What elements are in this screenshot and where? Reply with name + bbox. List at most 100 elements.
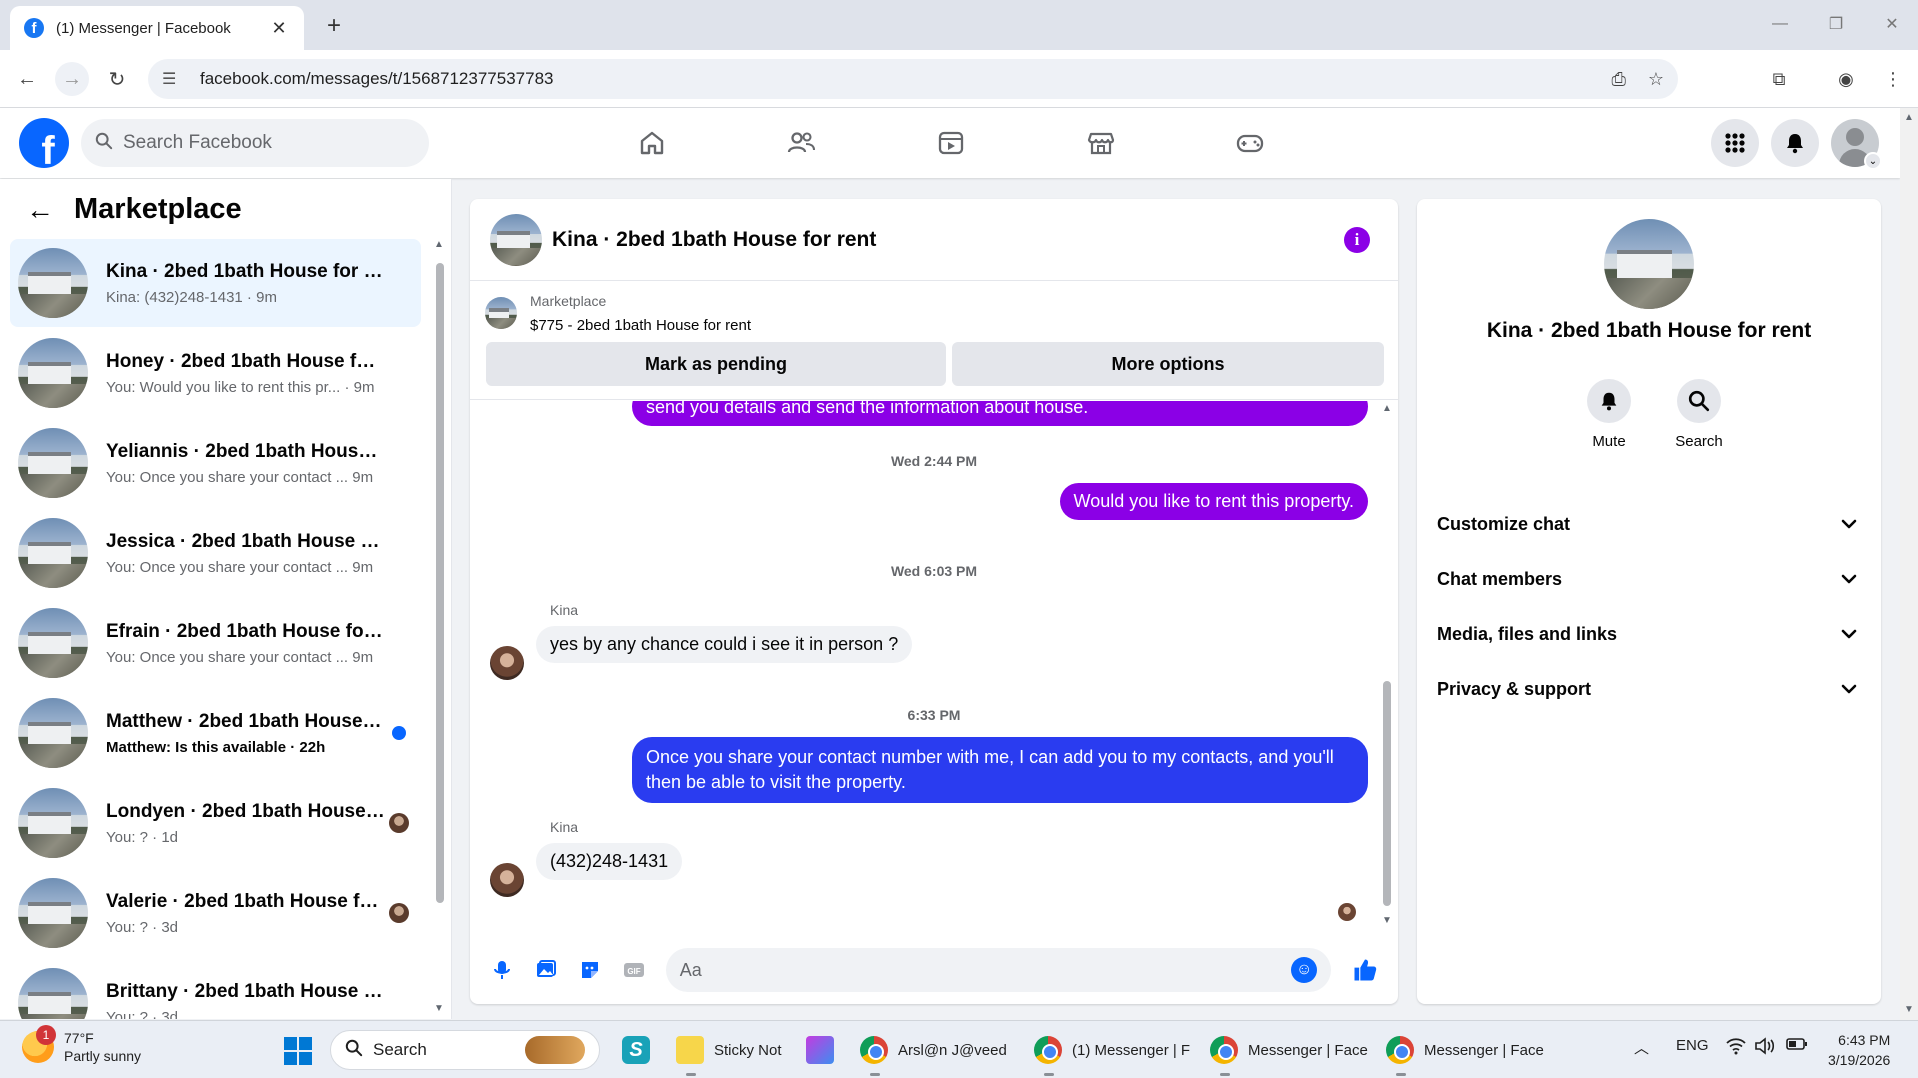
taskbar-app-messenger-2[interactable]: Messenger | Face bbox=[1210, 1030, 1368, 1076]
conversation-info-icon[interactable]: i bbox=[1344, 226, 1370, 253]
conversation-item[interactable]: Efrain · 2bed 1bath House for rent You: … bbox=[10, 599, 421, 687]
conversation-item[interactable]: Valerie · 2bed 1bath House for... You: ?… bbox=[10, 869, 421, 957]
notification-badge: 1 bbox=[36, 1025, 56, 1045]
conversation-item[interactable]: Jessica · 2bed 1bath House for r... You:… bbox=[10, 509, 421, 597]
listing-mini-thumbnail[interactable] bbox=[485, 297, 517, 329]
info-conversation-name: Kina · 2bed 1bath House for rent bbox=[1486, 319, 1812, 342]
search-facebook-input[interactable]: Search Facebook bbox=[81, 119, 429, 167]
search-in-conversation-button[interactable]: Search bbox=[1659, 379, 1739, 450]
back-arrow-icon[interactable]: ← bbox=[26, 194, 54, 226]
message-timestamp: 6:33 PM bbox=[907, 707, 961, 723]
photo-gallery-icon[interactable] bbox=[528, 951, 565, 989]
conversation-item[interactable]: Honey · 2bed 1bath House for re... You: … bbox=[10, 329, 421, 417]
partly-sunny-icon: 1 bbox=[22, 1025, 56, 1063]
conversation-item[interactable]: Kina · 2bed 1bath House for rent Kina: (… bbox=[10, 239, 421, 327]
tab-search-icon[interactable]: ⧉ bbox=[1762, 62, 1796, 96]
message-input[interactable]: Aa ☺ bbox=[665, 948, 1332, 992]
chat-header: Kina · 2bed 1bath House for rent i bbox=[470, 199, 1398, 281]
thumbs-up-icon[interactable] bbox=[1345, 950, 1384, 990]
menu-grid-icon[interactable] bbox=[1711, 119, 1759, 167]
close-tab-icon[interactable]: ✕ bbox=[268, 18, 290, 39]
gaming-nav-icon[interactable] bbox=[1195, 118, 1305, 168]
search-icon bbox=[95, 132, 113, 155]
outgoing-message[interactable]: Once you share your contact number with … bbox=[632, 737, 1368, 803]
info-listing-thumbnail[interactable] bbox=[1604, 219, 1694, 309]
privacy-support-row[interactable]: Privacy & support bbox=[1437, 666, 1861, 712]
conversation-item[interactable]: Londyen · 2bed 1bath House f... You: ? ·… bbox=[10, 779, 421, 867]
taskbar-app-chrome-profile[interactable]: Arsl@n J@veed bbox=[860, 1030, 1007, 1076]
wifi-icon[interactable] bbox=[1726, 1037, 1746, 1059]
taskbar-app-messenger-1[interactable]: (1) Messenger | F bbox=[1034, 1030, 1190, 1076]
taskbar-app-messenger-3[interactable]: Messenger | Face bbox=[1386, 1030, 1544, 1076]
video-nav-icon[interactable] bbox=[896, 118, 1006, 168]
scroll-down-icon[interactable]: ▼ bbox=[1904, 1004, 1914, 1015]
back-icon[interactable]: ← bbox=[10, 62, 44, 96]
marketplace-nav-icon[interactable] bbox=[1046, 118, 1156, 168]
media-files-links-row[interactable]: Media, files and links bbox=[1437, 611, 1861, 657]
conversation-preview: You: ? · 1d bbox=[106, 828, 179, 846]
reload-icon[interactable]: ↻ bbox=[100, 62, 134, 96]
taskbar-search[interactable]: Search bbox=[330, 1030, 600, 1070]
conversation-item[interactable]: Brittany · 2bed 1bath House for ... You:… bbox=[10, 959, 421, 1019]
scribe-app-icon[interactable]: S bbox=[622, 1030, 660, 1070]
chat-scrollbar[interactable]: ▲ ▼ bbox=[1380, 401, 1394, 931]
customize-chat-row[interactable]: Customize chat bbox=[1437, 501, 1861, 547]
contact-avatar[interactable] bbox=[490, 863, 524, 897]
browser-tab[interactable]: f (1) Messenger | Facebook ✕ bbox=[10, 6, 304, 50]
sidebar-scrollbar[interactable]: ▲ ▼ bbox=[434, 239, 446, 1019]
microphone-icon[interactable] bbox=[484, 951, 521, 989]
search-highlight-image bbox=[525, 1036, 585, 1064]
notifications-bell-icon[interactable] bbox=[1771, 119, 1819, 167]
facebook-logo-icon[interactable]: f bbox=[19, 118, 69, 168]
volume-icon[interactable] bbox=[1754, 1037, 1776, 1059]
site-settings-icon[interactable]: ☰ bbox=[162, 69, 184, 89]
new-tab-icon[interactable]: + bbox=[318, 10, 350, 42]
home-nav-icon[interactable] bbox=[597, 118, 707, 168]
incoming-message[interactable]: yes by any chance could i see it in pers… bbox=[536, 626, 913, 663]
taskbar-app-sticky-notes[interactable]: Sticky Not bbox=[676, 1030, 782, 1076]
bell-icon bbox=[1587, 379, 1631, 423]
listing-thumbnail bbox=[18, 428, 88, 498]
snipping-tool-icon[interactable] bbox=[806, 1030, 844, 1070]
emoji-icon[interactable]: ☺ bbox=[1291, 957, 1318, 983]
bookmark-star-icon[interactable]: ☆ bbox=[1648, 69, 1664, 90]
battery-icon[interactable] bbox=[1786, 1037, 1808, 1055]
forward-icon[interactable]: → bbox=[55, 62, 89, 96]
system-clock[interactable]: 6:43 PM 3/19/2026 bbox=[1828, 1030, 1890, 1070]
contact-avatar[interactable] bbox=[490, 646, 524, 680]
mark-as-pending-button[interactable]: Mark as pending bbox=[486, 342, 946, 386]
minimize-icon[interactable]: — bbox=[1752, 8, 1808, 40]
input-language[interactable]: ENG bbox=[1676, 1037, 1709, 1054]
more-options-button[interactable]: More options bbox=[952, 342, 1384, 386]
browser-menu-icon[interactable]: ⋮ bbox=[1876, 62, 1910, 96]
weather-widget[interactable]: 1 77°F Partly sunny bbox=[22, 1025, 141, 1065]
profile-icon[interactable]: ◉ bbox=[1829, 62, 1863, 96]
restore-icon[interactable]: ❐ bbox=[1808, 8, 1864, 40]
incoming-message[interactable]: (432)248-1431 bbox=[536, 843, 683, 880]
scroll-up-icon[interactable]: ▲ bbox=[1904, 112, 1914, 123]
page-scrollbar[interactable]: ▲ ▼ bbox=[1900, 108, 1918, 1020]
chat-title[interactable]: Kina · 2bed 1bath House for rent bbox=[552, 228, 1344, 252]
outgoing-message[interactable]: send you details and send the informatio… bbox=[632, 401, 1368, 426]
scroll-up-icon[interactable]: ▲ bbox=[1382, 403, 1392, 414]
install-app-icon[interactable]: ⎙ bbox=[1611, 69, 1625, 90]
outgoing-message[interactable]: Would you like to rent this property. bbox=[1059, 483, 1368, 520]
gif-icon[interactable]: GIF bbox=[616, 951, 653, 989]
friends-nav-icon[interactable] bbox=[746, 118, 856, 168]
conversation-item[interactable]: Matthew · 2bed 1bath House f... Matthew:… bbox=[10, 689, 421, 777]
chat-members-row[interactable]: Chat members bbox=[1437, 556, 1861, 602]
scroll-down-icon[interactable]: ▼ bbox=[1382, 915, 1392, 926]
scroll-up-icon[interactable]: ▲ bbox=[434, 239, 444, 250]
windows-start-icon[interactable] bbox=[284, 1037, 312, 1065]
account-chevron-down-icon[interactable]: ⌄ bbox=[1864, 152, 1882, 170]
message-timestamp: Wed 2:44 PM bbox=[890, 453, 978, 469]
chat-listing-thumbnail[interactable] bbox=[490, 213, 542, 266]
mute-button[interactable]: Mute bbox=[1569, 379, 1649, 450]
conversation-item[interactable]: Yeliannis · 2bed 1bath House for... You:… bbox=[10, 419, 421, 507]
listing-title[interactable]: $775 - 2bed 1bath House for rent bbox=[530, 317, 751, 334]
sticker-icon[interactable] bbox=[572, 951, 609, 989]
address-bar[interactable]: ☰ facebook.com/messages/t/15687123775377… bbox=[148, 59, 1678, 99]
scroll-down-icon[interactable]: ▼ bbox=[434, 1003, 444, 1014]
close-window-icon[interactable]: ✕ bbox=[1864, 8, 1918, 40]
show-hidden-icons-chevron-up-icon[interactable]: ︿ bbox=[1634, 1037, 1649, 1058]
